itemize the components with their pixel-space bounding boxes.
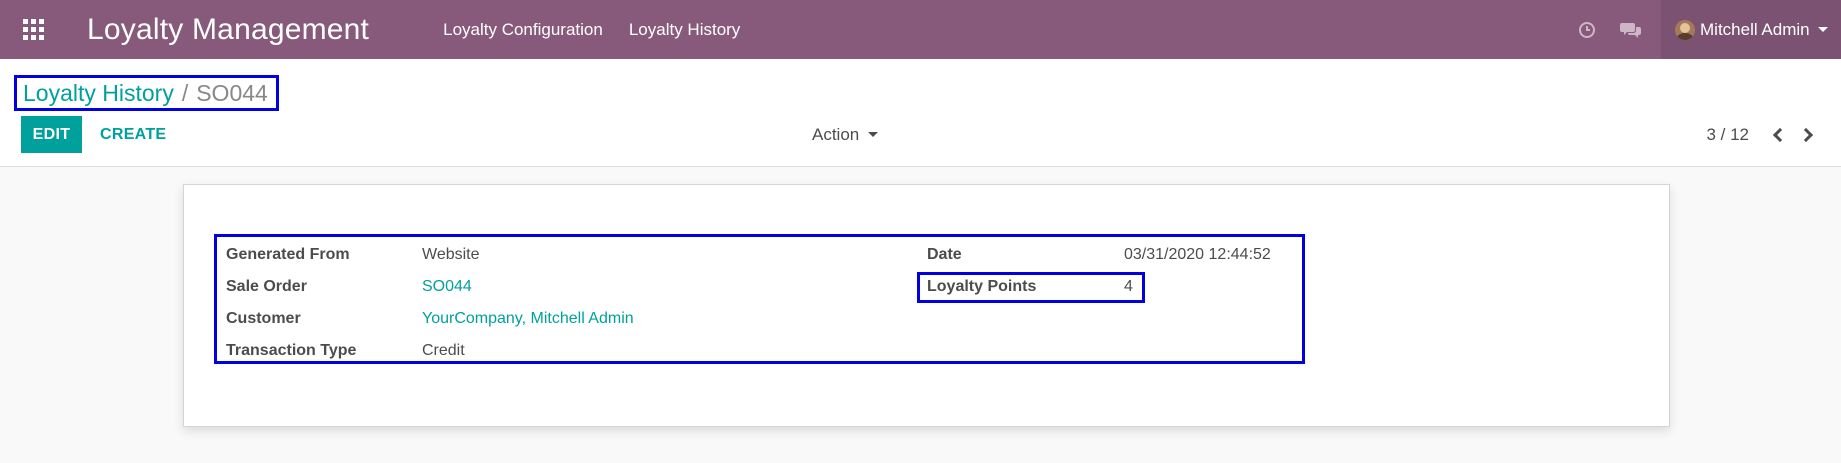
apps-grid-icon: [22, 19, 44, 40]
generated-from-label: Generated From: [226, 246, 350, 263]
clock-icon: [1579, 21, 1595, 38]
breadcrumb: Loyalty History / SO044: [14, 75, 279, 111]
pager: 3 / 12: [1706, 116, 1823, 153]
chevron-right-icon: [1798, 127, 1814, 142]
chevron-down-icon: [1817, 27, 1828, 32]
navbar-systray: Mitchell Admin: [1565, 0, 1841, 59]
menu-loyalty-history[interactable]: Loyalty History: [629, 20, 740, 40]
top-navbar: Loyalty Management Loyalty Configuration…: [0, 0, 1841, 59]
loyalty-points-value: 4: [1124, 278, 1133, 295]
chevron-left-icon: [1772, 127, 1788, 142]
user-name: Mitchell Admin: [1700, 19, 1810, 39]
messaging-button[interactable]: [1609, 0, 1653, 59]
chat-icon: [1620, 22, 1641, 38]
pager-value[interactable]: 3 / 12: [1706, 125, 1749, 145]
customer-label: Customer: [226, 310, 301, 327]
loyalty-points-field: Loyalty Points 4: [917, 272, 1145, 303]
date-label: Date: [927, 246, 962, 263]
loyalty-points-label: Loyalty Points: [927, 278, 1037, 295]
apps-menu-button[interactable]: [0, 0, 66, 59]
transaction-type-label: Transaction Type: [226, 342, 357, 359]
pager-previous-button[interactable]: [1763, 120, 1793, 150]
sale-order-link[interactable]: SO044: [422, 278, 472, 296]
avatar: [1675, 19, 1695, 40]
breadcrumb-parent-link[interactable]: Loyalty History: [23, 80, 174, 107]
date-value: 03/31/2020 12:44:52: [1124, 246, 1271, 263]
activity-clock-button[interactable]: [1565, 0, 1609, 59]
pager-next-button[interactable]: [1793, 120, 1823, 150]
create-button[interactable]: CREATE: [100, 116, 166, 153]
form-fields-group: Generated From Website Sale Order SO044 …: [214, 234, 1305, 364]
chevron-down-icon: [868, 132, 879, 137]
app-title: Loyalty Management: [87, 12, 370, 46]
user-menu[interactable]: Mitchell Admin: [1661, 0, 1841, 59]
generated-from-value: Website: [422, 246, 480, 263]
breadcrumb-separator: /: [181, 79, 189, 106]
breadcrumb-current: SO044: [196, 79, 268, 106]
edit-button[interactable]: EDIT: [21, 116, 82, 153]
transaction-type-value: Credit: [422, 342, 465, 359]
customer-link[interactable]: YourCompany, Mitchell Admin: [422, 310, 634, 328]
menu-loyalty-configuration[interactable]: Loyalty Configuration: [443, 20, 603, 40]
action-dropdown[interactable]: Action: [812, 116, 879, 153]
sale-order-label: Sale Order: [226, 278, 307, 295]
control-panel: Loyalty History / SO044 EDIT CREATE Acti…: [0, 59, 1841, 167]
action-label: Action: [812, 124, 860, 144]
form-sheet: Generated From Website Sale Order SO044 …: [183, 184, 1670, 427]
